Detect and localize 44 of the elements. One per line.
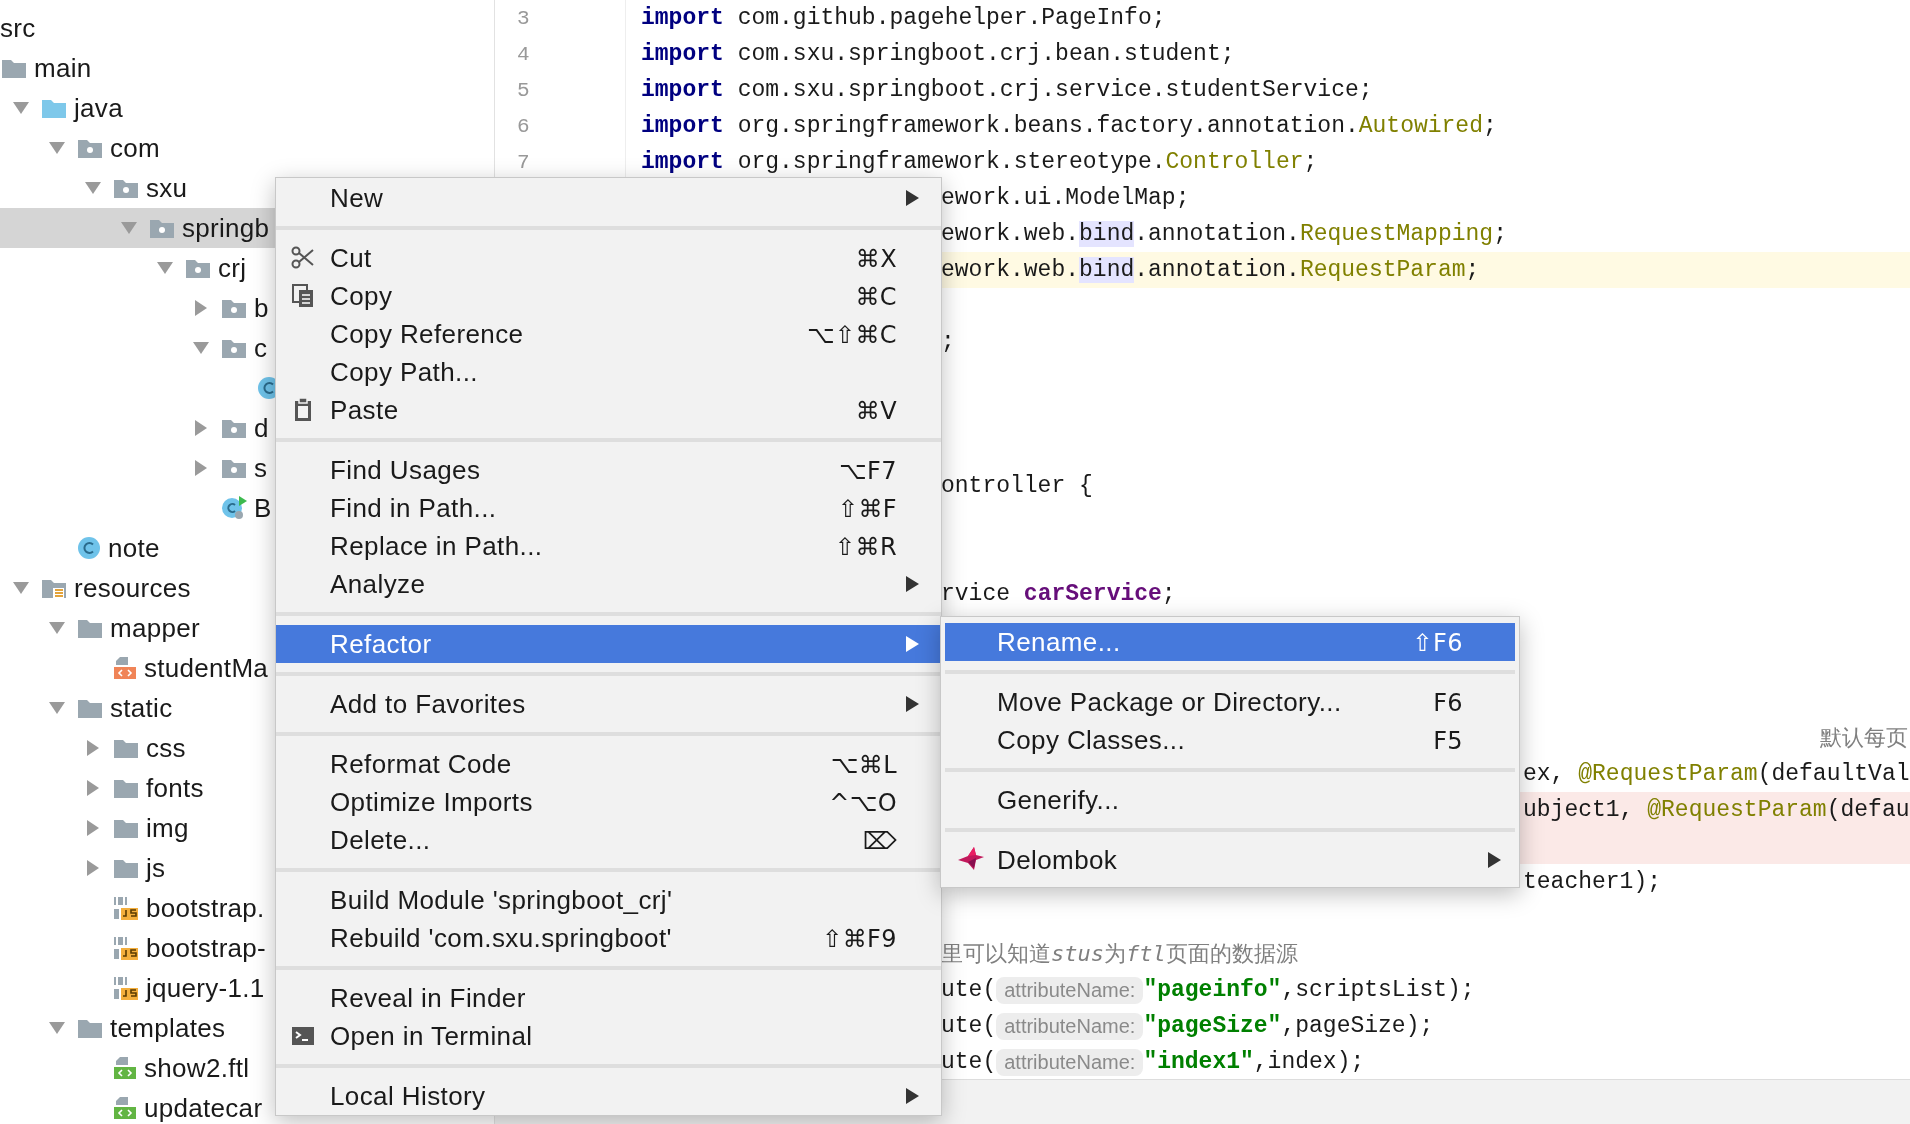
- code-line: "pageSize",pageSize);: [1143, 1013, 1434, 1039]
- code-line: "pageinfo",scriptsList);: [1143, 977, 1475, 1003]
- code-line: import com.github.pagehelper.PageInfo;: [641, 5, 1166, 31]
- code-comment: 默认每页: [1820, 724, 1908, 752]
- parameter-hint: attributeName:: [996, 1048, 1144, 1076]
- code-line: ute(: [941, 1013, 997, 1039]
- code-line: import org.springframework.stereotype.Controller;: [641, 149, 1318, 175]
- keyboard-shortcut: ^⌥O: [829, 788, 897, 817]
- code-line: import com.sxu.springboot.crj.bean.student;: [641, 41, 1235, 67]
- code-line: ex, @RequestParam(defaultVal: [1523, 761, 1910, 787]
- line-number: 6: [517, 114, 530, 138]
- parameter-hint: attributeName:: [996, 1012, 1144, 1040]
- line-number: 7: [517, 150, 530, 174]
- keyboard-shortcut: ⌥F7: [839, 456, 897, 485]
- code-line: ework.web.bind.annotation.RequestParam;: [941, 257, 1480, 283]
- line-number: 3: [517, 6, 530, 30]
- keyboard-shortcut: ⇧⌘F: [837, 494, 897, 523]
- keyboard-shortcut: F6: [1433, 688, 1463, 717]
- keyboard-shortcut: ⌘X: [855, 244, 897, 273]
- code-line: ework.ui.ModelMap;: [941, 185, 1190, 211]
- code-line: import org.springframework.beans.factory.annotation.Autowired;: [641, 113, 1497, 139]
- keyboard-shortcut: ⇧⌘F9: [822, 924, 897, 953]
- line-number: 4: [517, 42, 530, 66]
- code-line: ework.web.bind.annotation.RequestMapping;: [941, 221, 1507, 247]
- code-line: teacher1);: [1523, 869, 1662, 895]
- code-line: import com.sxu.springboot.crj.service.studentService;: [641, 77, 1373, 103]
- code-line: "index1",index);: [1143, 1049, 1365, 1075]
- code-line: ubject1, @RequestParam(defau: [1523, 797, 1910, 823]
- code-line: rvice carService;: [941, 581, 1176, 607]
- code-line: ute(: [941, 977, 997, 1003]
- code-line: ontroller {: [941, 473, 1093, 499]
- keyboard-shortcut: ⌘C: [855, 282, 897, 311]
- code-comment: 里可以知道stus为 ftl页面的数据源: [941, 940, 1298, 968]
- keyboard-shortcut: ⌥⌘L: [830, 750, 897, 779]
- line-number: 5: [517, 78, 530, 102]
- code-line: ;: [941, 329, 955, 355]
- keyboard-shortcut: ⇧⌘R: [835, 532, 897, 561]
- parameter-hint: attributeName:: [996, 976, 1144, 1004]
- keyboard-shortcut: ⌦: [862, 826, 897, 855]
- code-line: ute(: [941, 1049, 997, 1075]
- keyboard-shortcut: ⌘V: [855, 396, 897, 425]
- keyboard-shortcut: ⇧F6: [1412, 628, 1463, 657]
- keyboard-shortcut: ⌥⇧⌘C: [806, 320, 897, 349]
- keyboard-shortcut: F5: [1433, 726, 1463, 755]
